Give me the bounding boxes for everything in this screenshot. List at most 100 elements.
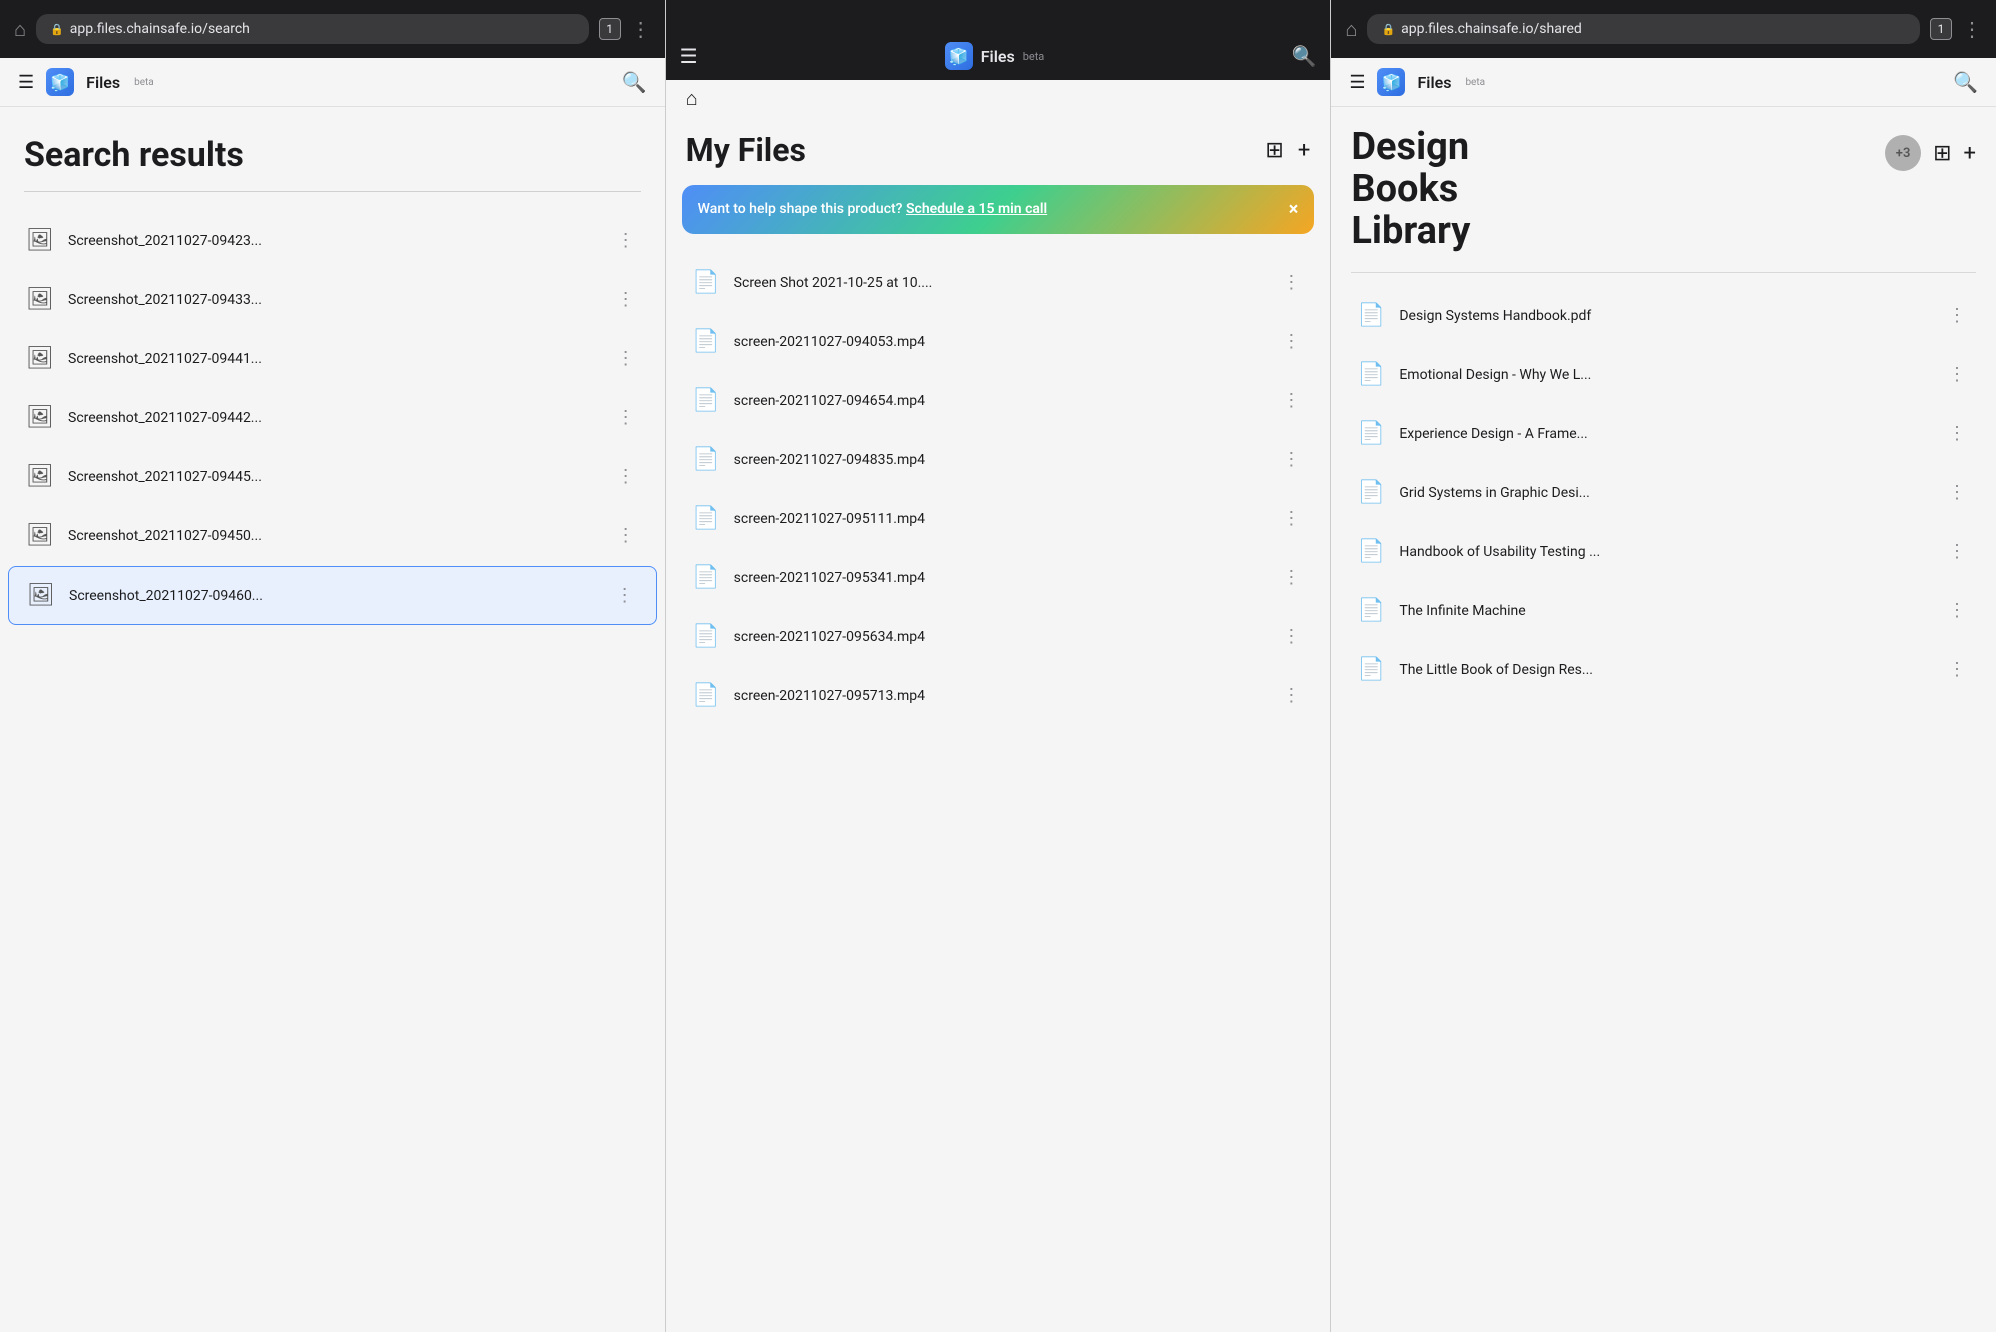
file-name: screen-20211027-094053.mp4 [734,334,1265,350]
file-name: Screenshot_20211027-09445... [68,469,599,485]
browser-home-icon[interactable]: ⌂ [14,17,26,42]
file-image-icon: 🖼 [26,405,54,430]
file-generic-icon: 📄 [692,270,720,295]
file-name: Grid Systems in Graphic Desi... [1399,485,1930,501]
search-panel: ⌂ 🔒 app.files.chainsafe.io/search 1 ⋮ ☰ … [0,0,665,1332]
file-item[interactable]: 🖼 Screenshot_20211027-09445... ⋮ [8,448,657,505]
app-title-library: Files [1417,73,1451,92]
file-item[interactable]: 📄 screen-20211027-095111.mp4 ⋮ [674,490,1323,547]
file-more-icon[interactable]: ⋮ [1278,445,1304,474]
browser-home-icon-library[interactable]: ⌂ [1345,17,1357,42]
grid-view-icon-library[interactable]: ⊞ [1933,141,1951,166]
tab-badge-library[interactable]: 1 [1930,18,1952,40]
file-item[interactable]: 📄 screen-20211027-095713.mp4 ⋮ [674,667,1323,724]
promo-banner: Want to help shape this product? Schedul… [682,185,1315,234]
file-item[interactable]: 📄 Screen Shot 2021-10-25 at 10.... ⋮ [674,254,1323,311]
hamburger-icon-library[interactable]: ☰ [1349,72,1365,93]
file-pdf-icon: 📄 [1357,657,1385,682]
file-more-icon[interactable]: ⋮ [1278,622,1304,651]
grid-view-icon[interactable]: ⊞ [1265,138,1283,163]
file-name: screen-20211027-095111.mp4 [734,511,1265,527]
app-header-library: ☰ 🧊 Files beta 🔍 [1331,58,1996,107]
library-title: Design Books Library [1351,127,1470,252]
file-name: Screenshot_20211027-09460... [69,588,598,604]
my-files-header: My Files ⊞ + [666,115,1331,175]
file-item[interactable]: 📄 screen-20211027-095341.mp4 ⋮ [674,549,1323,606]
file-name: Screenshot_20211027-09441... [68,351,599,367]
file-more-icon[interactable]: ⋮ [613,521,639,550]
file-item[interactable]: 📄 screen-20211027-095634.mp4 ⋮ [674,608,1323,665]
file-more-icon[interactable]: ⋮ [613,285,639,314]
file-more-icon[interactable]: ⋮ [1278,327,1304,356]
tab-badge-search[interactable]: 1 [599,18,621,40]
myfiles-file-list: 📄 Screen Shot 2021-10-25 at 10.... ⋮ 📄 s… [666,254,1331,724]
file-item[interactable]: 🖼 Screenshot_20211027-09450... ⋮ [8,507,657,564]
file-item[interactable]: 📄 Experience Design - A Frame... ⋮ [1339,405,1988,462]
myfiles-header-actions: ⊞ + [1265,138,1310,163]
hamburger-icon-search[interactable]: ☰ [18,72,34,93]
app-logo-library: 🧊 [1377,68,1405,96]
add-file-icon-library[interactable]: + [1964,141,1976,166]
file-more-icon[interactable]: ⋮ [1944,360,1970,389]
search-icon-library[interactable]: 🔍 [1953,70,1978,94]
file-more-icon[interactable]: ⋮ [1944,537,1970,566]
file-more-icon[interactable]: ⋮ [1278,268,1304,297]
file-item[interactable]: 🖼 Screenshot_20211027-09433... ⋮ [8,271,657,328]
search-page-content: Search results 🖼 Screenshot_20211027-094… [0,107,665,1332]
address-bar-library[interactable]: 🔒 app.files.chainsafe.io/shared [1367,14,1920,44]
address-bar-search[interactable]: 🔒 app.files.chainsafe.io/search [36,14,589,44]
my-files-title: My Files [686,131,806,169]
avatar-count-badge[interactable]: +3 [1885,135,1921,171]
file-item-selected[interactable]: 🖼 Screenshot_20211027-09460... ⋮ [8,566,657,625]
file-more-icon[interactable]: ⋮ [613,462,639,491]
file-more-icon[interactable]: ⋮ [613,403,639,432]
add-file-icon[interactable]: + [1298,138,1310,163]
file-name: The Little Book of Design Res... [1399,662,1930,678]
file-more-icon[interactable]: ⋮ [612,581,638,610]
banner-close-icon[interactable]: × [1289,199,1299,220]
file-generic-icon: 📄 [692,329,720,354]
file-item[interactable]: 📄 Design Systems Handbook.pdf ⋮ [1339,287,1988,344]
browser-more-icon-library[interactable]: ⋮ [1962,17,1982,41]
file-more-icon[interactable]: ⋮ [1944,301,1970,330]
banner-link[interactable]: Schedule a 15 min call [906,201,1047,217]
library-header: Design Books Library +3 ⊞ + [1331,107,1996,258]
library-title-line3: Library [1351,211,1470,253]
file-item[interactable]: 📄 Emotional Design - Why We L... ⋮ [1339,346,1988,403]
file-item[interactable]: 🖼 Screenshot_20211027-09442... ⋮ [8,389,657,446]
file-name: screen-20211027-095713.mp4 [734,688,1265,704]
file-item[interactable]: 🖼 Screenshot_20211027-09441... ⋮ [8,330,657,387]
file-item[interactable]: 📄 screen-20211027-094053.mp4 ⋮ [674,313,1323,370]
file-item[interactable]: 📄 screen-20211027-094835.mp4 ⋮ [674,431,1323,488]
library-page-content: Design Books Library +3 ⊞ + 📄 Design Sys… [1331,107,1996,1332]
file-item[interactable]: 📄 Handbook of Usability Testing ... ⋮ [1339,523,1988,580]
file-more-icon[interactable]: ⋮ [613,344,639,373]
file-item[interactable]: 📄 Grid Systems in Graphic Desi... ⋮ [1339,464,1988,521]
file-more-icon[interactable]: ⋮ [1278,563,1304,592]
file-image-icon: 🖼 [26,464,54,489]
search-icon-myfiles[interactable]: 🔍 [1291,44,1316,68]
browser-more-icon[interactable]: ⋮ [631,17,651,41]
search-file-list: 🖼 Screenshot_20211027-09423... ⋮ 🖼 Scree… [0,212,665,625]
home-nav-icon[interactable]: ⌂ [686,86,698,110]
search-icon-search[interactable]: 🔍 [622,70,647,94]
file-more-icon[interactable]: ⋮ [1944,478,1970,507]
file-pdf-icon: 📄 [1357,480,1385,505]
file-more-icon[interactable]: ⋮ [1944,655,1970,684]
address-text-library: app.files.chainsafe.io/shared [1401,21,1582,37]
app-beta-library: beta [1465,77,1485,88]
file-name: Screen Shot 2021-10-25 at 10.... [734,275,1265,291]
file-more-icon[interactable]: ⋮ [1944,596,1970,625]
file-more-icon[interactable]: ⋮ [1944,419,1970,448]
file-image-icon: 🖼 [26,523,54,548]
file-more-icon[interactable]: ⋮ [613,226,639,255]
file-item[interactable]: 🖼 Screenshot_20211027-09423... ⋮ [8,212,657,269]
hamburger-icon-myfiles[interactable]: ☰ [680,44,698,68]
file-item[interactable]: 📄 The Little Book of Design Res... ⋮ [1339,641,1988,698]
file-item[interactable]: 📄 screen-20211027-094654.mp4 ⋮ [674,372,1323,429]
file-more-icon[interactable]: ⋮ [1278,504,1304,533]
myfiles-title-area: 🧊 Filesbeta [945,42,1045,70]
file-more-icon[interactable]: ⋮ [1278,386,1304,415]
file-more-icon[interactable]: ⋮ [1278,681,1304,710]
file-item[interactable]: 📄 The Infinite Machine ⋮ [1339,582,1988,639]
